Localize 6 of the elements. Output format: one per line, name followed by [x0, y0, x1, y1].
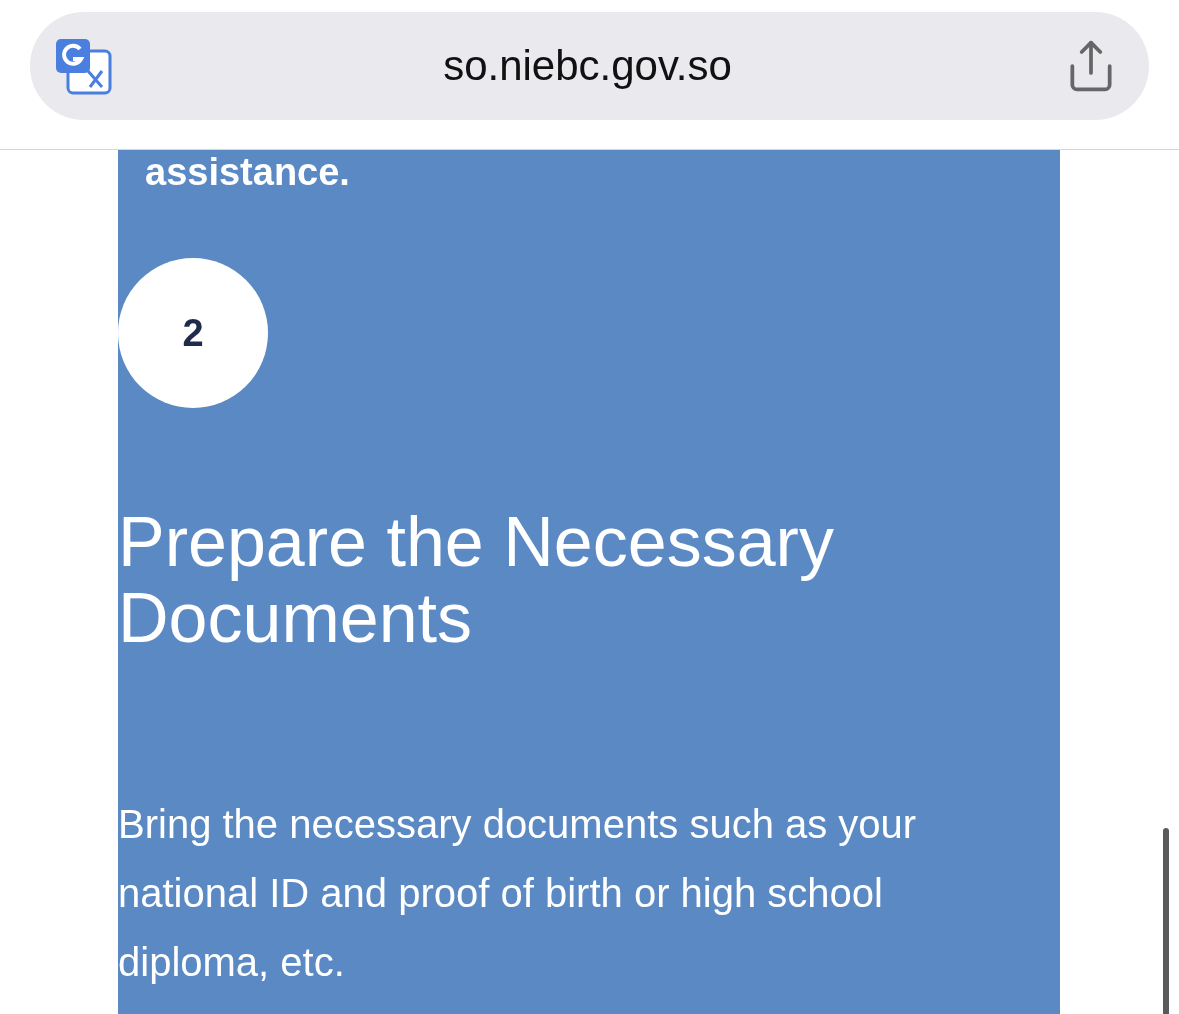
paragraph-text: assistance. [144, 150, 351, 194]
step-number: 2 [118, 258, 268, 408]
address-bar-url[interactable]: so.niebc.gov.so [443, 42, 732, 90]
step-description: Bring the necessary documents such as your national ID and proof of birth or high school diploma, etc. [118, 801, 918, 986]
translate-icon[interactable] [54, 37, 112, 95]
step-title: Prepare the Necessary Documents [118, 504, 835, 656]
